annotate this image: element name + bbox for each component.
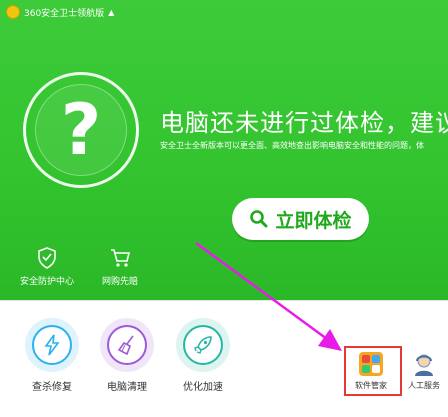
tool-ring [25, 318, 79, 372]
status-question-icon: ? [60, 89, 102, 171]
small-tool-human-service[interactable]: 人工服务 [408, 352, 440, 391]
shield-check-icon [38, 247, 56, 269]
tool-label: 电脑清理 [107, 382, 147, 393]
app-logo-icon [6, 5, 20, 19]
tool-core [107, 325, 147, 365]
check-now-label: 立即体检 [275, 209, 352, 232]
tool-scan-repair[interactable]: 查杀修复 [22, 318, 82, 393]
upgrade-arrow-icon[interactable]: ▲ [108, 8, 114, 17]
tool-cleanup[interactable]: 电脑清理 [97, 318, 157, 393]
support-agent-icon [415, 354, 433, 376]
tool-label: 优化加速 [183, 382, 223, 393]
app-title: 360安全卫士领航版 [24, 8, 105, 19]
section-divider [0, 300, 448, 301]
shortcut-shopping-guarantee[interactable]: 网购先赔 [85, 247, 155, 287]
rocket-icon [194, 336, 212, 354]
check-now-button[interactable]: 立即体检 [232, 198, 369, 240]
small-tool-label: 人工服务 [408, 381, 440, 390]
tool-ring [176, 318, 230, 372]
shopping-cart-icon [111, 249, 131, 267]
tool-speedup[interactable]: 优化加速 [173, 318, 233, 393]
title-bar: 360安全卫士领航版 ▲ [6, 4, 114, 20]
highlight-box [344, 346, 402, 396]
search-icon [250, 210, 268, 228]
broom-icon [117, 335, 134, 356]
status-description: 安全卫士全新版本可以更全面、高效地查出影响电脑安全和性能的问题，体 [160, 141, 424, 150]
tool-ring [100, 318, 154, 372]
tool-label: 查杀修复 [32, 382, 72, 393]
shortcut-label: 网购先赔 [101, 277, 138, 287]
tool-core [183, 325, 223, 365]
lightning-icon [44, 334, 60, 356]
main-panel: 360安全卫士领航版 ▲ ? 电脑还未进行过体检，建议立 安全卫士全新版本可以更… [0, 0, 448, 300]
status-headline: 电脑还未进行过体检，建议立 [160, 109, 448, 137]
tool-core [32, 325, 72, 365]
shortcut-label: 安全防护中心 [19, 277, 74, 287]
shortcut-security-center[interactable]: 安全防护中心 [12, 247, 82, 287]
